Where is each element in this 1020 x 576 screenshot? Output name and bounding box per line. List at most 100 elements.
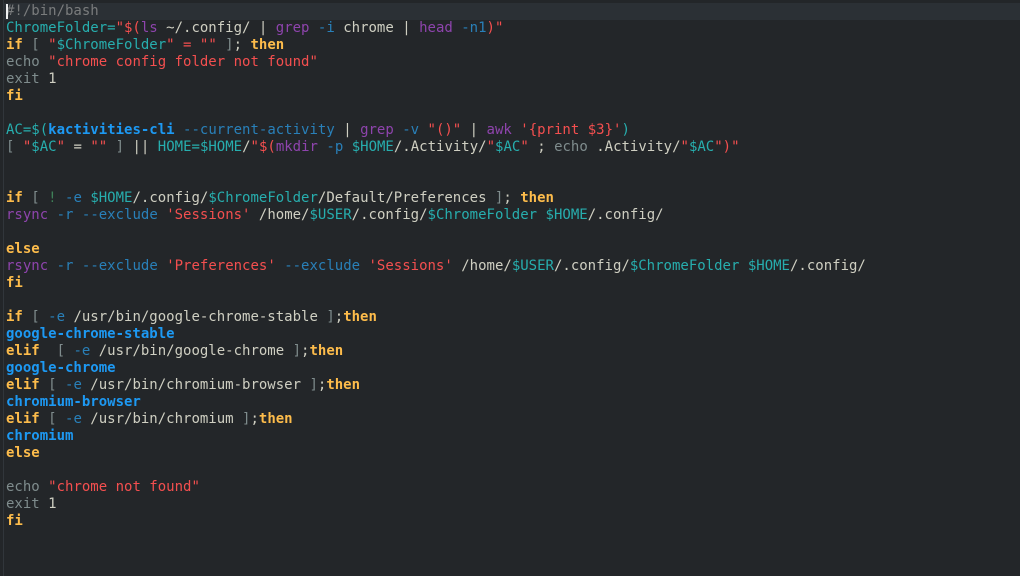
- code-token: $ChromeFolder: [427, 207, 538, 223]
- code-token: google-chrome-stable: [6, 326, 175, 342]
- code-token: [: [22, 309, 49, 325]
- code-token: .Activity/: [587, 139, 681, 155]
- code-line[interactable]: google-chrome: [6, 360, 1020, 377]
- code-line[interactable]: [6, 462, 1020, 479]
- code-line[interactable]: rsync -r --exclude 'Preferences' --exclu…: [6, 258, 1020, 275]
- code-line[interactable]: exit 1: [6, 496, 1020, 513]
- code-token: /.config/: [587, 207, 664, 223]
- code-line[interactable]: [6, 292, 1020, 309]
- code-token: ): [621, 122, 630, 138]
- code-token: )": [486, 20, 504, 36]
- code-area[interactable]: #!/bin/bash ChromeFolder="$(ls ~/.config/…: [6, 3, 1020, 530]
- code-token: if: [6, 309, 23, 325]
- code-token: $ChromeFolder: [208, 190, 318, 206]
- code-line[interactable]: rsync -r --exclude 'Sessions' /home/$USE…: [6, 207, 1020, 224]
- code-line[interactable]: echo "chrome config folder not found": [6, 54, 1020, 71]
- code-line[interactable]: ChromeFolder="$(ls ~/.config/ | grep -i …: [6, 20, 1020, 37]
- code-token: --exclude: [81, 258, 158, 274]
- code-token: /usr/bin/google-chrome: [90, 343, 285, 359]
- code-token: then: [258, 411, 293, 427]
- code-line[interactable]: [6, 156, 1020, 173]
- text-cursor: [6, 4, 8, 19]
- code-token: [: [39, 343, 74, 359]
- code-line[interactable]: chromium: [6, 428, 1020, 445]
- code-line[interactable]: exit 1: [6, 71, 1020, 88]
- code-token: [: [39, 411, 66, 427]
- code-line[interactable]: [6, 105, 1020, 122]
- code-token: ;: [503, 190, 521, 206]
- code-token: $HOME: [747, 258, 790, 274]
- code-line[interactable]: if [ -e /usr/bin/google-chrome-stable ];…: [6, 309, 1020, 326]
- code-token: ": [56, 139, 66, 155]
- code-token: $(: [31, 122, 49, 138]
- code-line[interactable]: if [ ! -e $HOME/.config/$ChromeFolder/De…: [6, 190, 1020, 207]
- code-token: -r: [56, 258, 74, 274]
- code-token: ls: [140, 20, 158, 36]
- code-token: kactivities-cli: [48, 122, 175, 138]
- code-token: "()": [427, 122, 462, 138]
- code-token: $HOME: [545, 207, 588, 223]
- code-token: echo: [6, 54, 40, 70]
- code-line[interactable]: elif [ -e /usr/bin/chromium ];then: [6, 411, 1020, 428]
- code-token: [: [22, 190, 49, 206]
- code-line[interactable]: [ "$AC" = "" ] || HOME=$HOME/"$(mkdir -p…: [6, 139, 1020, 156]
- code-token: 1: [39, 71, 57, 87]
- code-line[interactable]: fi: [6, 513, 1020, 530]
- code-token: ]: [284, 343, 302, 359]
- code-token: "chrome not found": [48, 479, 200, 495]
- code-token: ;: [233, 37, 251, 53]
- code-line[interactable]: echo "chrome not found": [6, 479, 1020, 496]
- code-token: -e: [65, 190, 82, 206]
- code-token: "": [90, 139, 108, 155]
- code-line[interactable]: chromium-browser: [6, 394, 1020, 411]
- code-line[interactable]: else: [6, 445, 1020, 462]
- code-token: --current-activity: [183, 122, 335, 138]
- code-token: $ChromeFolder: [56, 37, 167, 53]
- code-token: -e: [65, 411, 82, 427]
- code-token: chrome: [334, 20, 403, 36]
- code-editor[interactable]: #!/bin/bash ChromeFolder="$(ls ~/.config/…: [0, 0, 1020, 576]
- code-token: -p: [326, 139, 344, 155]
- code-token: $ChromeFolder: [629, 258, 740, 274]
- code-line[interactable]: elif [ -e /usr/bin/google-chrome ];then: [6, 343, 1020, 360]
- code-token: /usr/bin/google-chrome-stable: [65, 309, 318, 325]
- code-token: if: [6, 190, 23, 206]
- code-token: ]: [486, 190, 504, 206]
- code-line[interactable]: [6, 224, 1020, 241]
- code-line[interactable]: google-chrome-stable: [6, 326, 1020, 343]
- code-line[interactable]: else: [6, 241, 1020, 258]
- code-token: [: [6, 139, 23, 155]
- code-token: echo: [554, 139, 588, 155]
- code-token: --exclude: [284, 258, 361, 274]
- code-token: '{print $3}': [520, 122, 622, 138]
- code-token: $AC: [688, 139, 715, 155]
- code-token: =: [65, 139, 91, 155]
- code-token: grep: [360, 122, 394, 138]
- code-token: ": [520, 139, 529, 155]
- code-line[interactable]: fi: [6, 275, 1020, 292]
- code-token: |: [402, 20, 411, 36]
- code-token: |: [343, 122, 352, 138]
- code-token: ;: [250, 411, 259, 427]
- code-token: 1: [39, 496, 57, 512]
- code-token: awk: [486, 122, 512, 138]
- code-token: 'Preferences': [166, 258, 276, 274]
- code-token: ]: [107, 139, 133, 155]
- code-line[interactable]: elif [ -e /usr/bin/chromium-browser ];th…: [6, 377, 1020, 394]
- code-line[interactable]: AC=$(kactivities-cli --current-activity …: [6, 122, 1020, 139]
- code-line[interactable]: if [ "$ChromeFolder" = "" ]; then: [6, 37, 1020, 54]
- code-token: elif: [6, 411, 40, 427]
- code-token: exit: [6, 71, 40, 87]
- code-line[interactable]: [6, 173, 1020, 190]
- code-line[interactable]: #!/bin/bash: [6, 3, 1020, 20]
- code-line[interactable]: fi: [6, 88, 1020, 105]
- editor-left-border: [3, 0, 4, 576]
